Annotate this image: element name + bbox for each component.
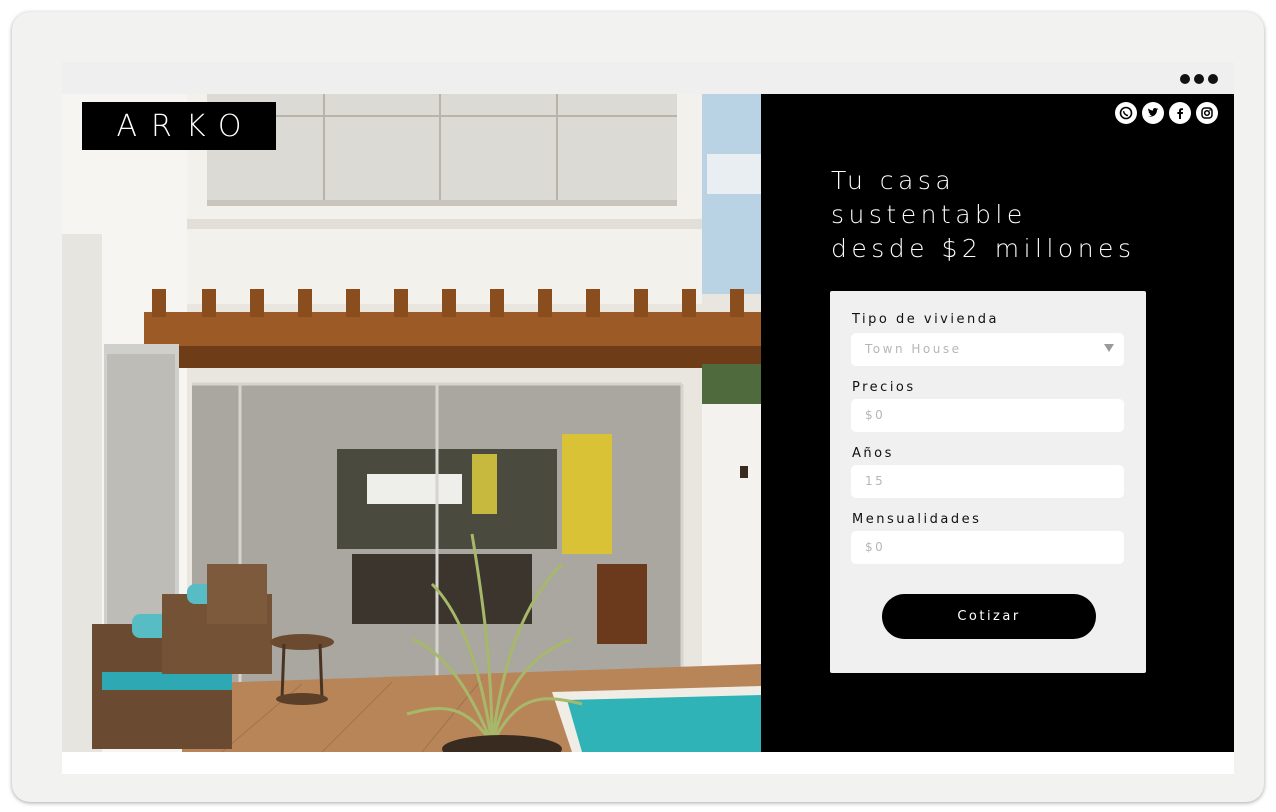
headline-line-3: desde $2 millones (831, 234, 1136, 263)
price-input[interactable]: $0 (851, 399, 1124, 432)
monthly-value: $0 (865, 540, 886, 554)
headline-line-2: sustentable (831, 200, 1027, 229)
bottom-strip (62, 752, 1234, 774)
price-label: Precios (852, 380, 916, 395)
housing-type-select[interactable]: Town House (851, 333, 1124, 366)
dot (1194, 74, 1204, 84)
dot (1180, 74, 1190, 84)
brand-logo[interactable]: ARKO (82, 102, 276, 150)
housing-type-value: Town House (865, 342, 962, 356)
monthly-label: Mensualidades (852, 512, 982, 527)
quote-panel: Tu casa sustentable desde $2 millones Ti… (761, 94, 1234, 752)
social-links (1115, 102, 1218, 124)
price-value: $0 (865, 408, 886, 422)
years-value: 15 (865, 474, 886, 488)
headline-line-1: Tu casa (831, 166, 956, 195)
whatsapp-icon[interactable] (1115, 102, 1137, 124)
house-photo-illustration (62, 94, 761, 752)
device-frame: ARKO Tu casa sustentable desde $2 millon… (12, 12, 1264, 802)
facebook-icon[interactable] (1169, 102, 1191, 124)
years-label: Años (852, 446, 894, 461)
dot (1208, 74, 1218, 84)
instagram-icon[interactable] (1196, 102, 1218, 124)
headline: Tu casa sustentable desde $2 millones (831, 164, 1135, 266)
hero-image: ARKO (62, 94, 761, 752)
chevron-down-icon (1104, 344, 1114, 352)
quote-submit-button[interactable]: Cotizar (882, 594, 1096, 639)
more-dots-icon[interactable] (1180, 74, 1218, 84)
monthly-input[interactable]: $0 (851, 531, 1124, 564)
twitter-icon[interactable] (1142, 102, 1164, 124)
housing-type-label: Tipo de vivienda (852, 312, 999, 327)
browser-top-bar (62, 62, 1234, 94)
years-input[interactable]: 15 (851, 465, 1124, 498)
browser-screen: ARKO Tu casa sustentable desde $2 millon… (62, 62, 1234, 774)
quote-form: Tipo de vivienda Town House Precios $0 A… (830, 291, 1146, 673)
